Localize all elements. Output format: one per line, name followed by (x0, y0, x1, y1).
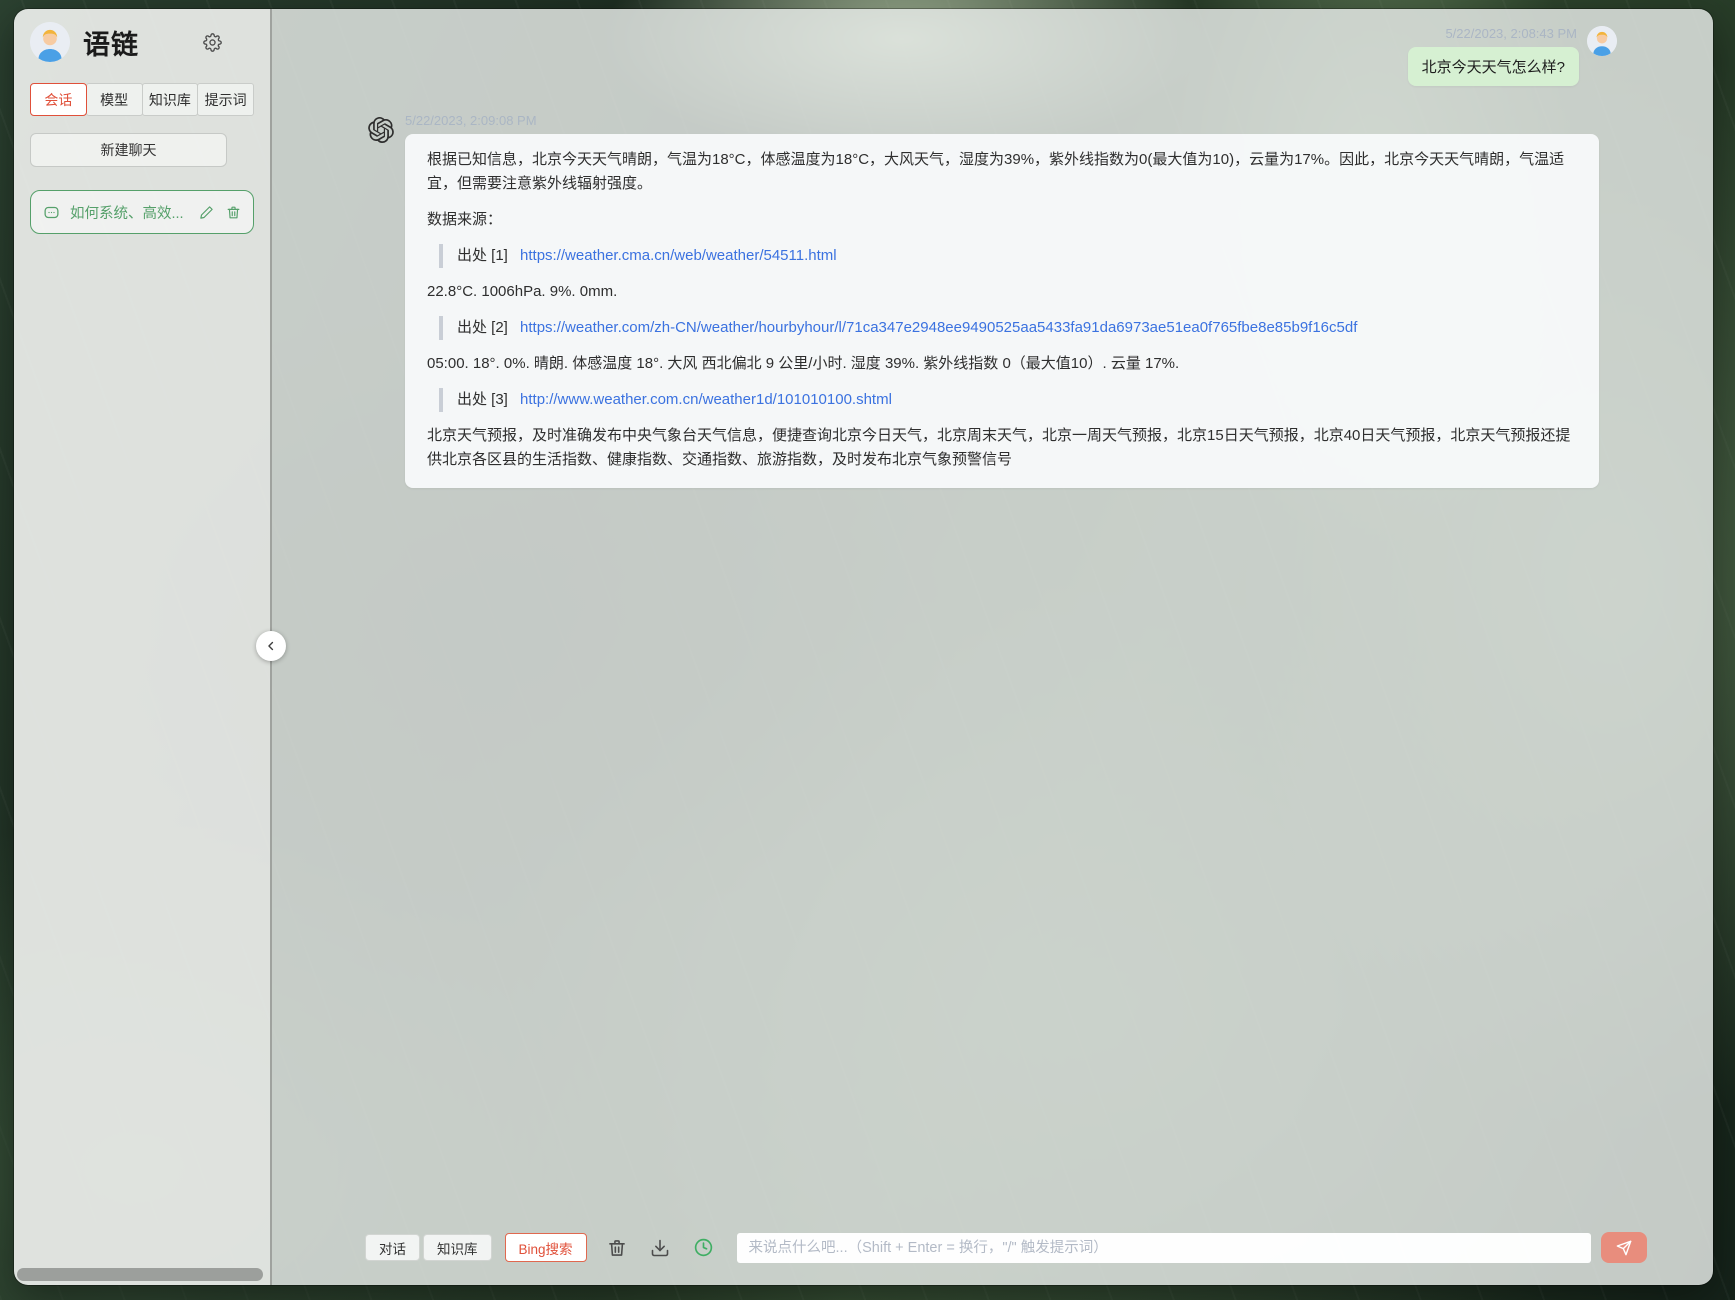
citation-3-link[interactable]: http://www.weather.com.cn/weather1d/1010… (520, 391, 892, 408)
history-clock-icon (694, 1238, 712, 1257)
edit-chat-button[interactable] (199, 205, 214, 220)
citation-2: 出处 [2] https://weather.com/zh-CN/weather… (439, 316, 1577, 340)
user-message-bubble: 北京今天天气怎么样? (1407, 47, 1579, 86)
gear-icon (203, 32, 222, 52)
citation-2-link[interactable]: https://weather.com/zh-CN/weather/hourby… (520, 319, 1357, 336)
clear-messages-button[interactable] (607, 1238, 627, 1258)
chat-item-actions (199, 205, 241, 220)
mode-dialog-button[interactable]: 对话 (365, 1234, 420, 1261)
person-avatar-icon (1587, 26, 1617, 56)
app-avatar (30, 22, 70, 62)
chat-item-title: 如何系统、高效... (70, 205, 184, 222)
citation-2-snippet: 05:00. 18°. 0%. 晴朗. 体感温度 18°. 大风 西北偏北 9 … (427, 355, 1180, 372)
assistant-message-timestamp: 5/22/2023, 2:09:08 PM (405, 113, 537, 128)
chat-history-item[interactable]: 如何系统、高效... (30, 190, 254, 234)
new-chat-button[interactable]: 新建聊天 (30, 133, 227, 167)
mode-knowledge-base-button[interactable]: 知识库 (423, 1234, 492, 1261)
pencil-icon (200, 205, 213, 219)
citation-3: 出处 [3] http://www.weather.com.cn/weather… (439, 388, 1577, 412)
composer: 对话 知识库 Bing搜索 (365, 1232, 1647, 1263)
assistant-message-bubble: 根据已知信息，北京今天天气晴朗，气温为18°C，体感温度为18°C，大风天气，湿… (405, 134, 1599, 488)
person-avatar-icon (30, 22, 70, 62)
sidebar-header: 语链 (30, 22, 254, 62)
sidebar: 语链 会话 模型 知识库 提示词 新建聊天 如何系统、高效... (14, 9, 270, 1285)
tab-knowledge-base[interactable]: 知识库 (141, 83, 199, 116)
chevron-left-icon (268, 641, 274, 651)
citation-2-label: 出处 [2] (457, 319, 508, 336)
user-message-timestamp: 5/22/2023, 2:08:43 PM (1445, 26, 1577, 41)
assistant-avatar (368, 117, 394, 144)
citation-1-label: 出处 [1] (457, 247, 508, 264)
chat-area: 5/22/2023, 2:08:43 PM 北京今天天气怎么样? 5/22/20… (272, 9, 1713, 1285)
message-input[interactable] (736, 1232, 1591, 1263)
user-avatar (1587, 26, 1617, 56)
citation-1-snippet: 22.8°C. 1006hPa. 9%. 0mm. (427, 283, 618, 300)
sidebar-tabs: 会话 模型 知识库 提示词 (30, 83, 254, 116)
tab-prompts[interactable]: 提示词 (197, 83, 254, 116)
sidebar-collapse-button[interactable] (256, 631, 286, 661)
assistant-message: 5/22/2023, 2:09:08 PM 根据已知信息，北京今天天气晴朗，气温… (368, 113, 1599, 488)
openai-logo-icon (368, 117, 394, 144)
app-title: 语链 (83, 29, 139, 60)
citation-1-link[interactable]: https://weather.cma.cn/web/weather/54511… (520, 247, 837, 264)
sources-label: 数据来源： (427, 211, 503, 228)
user-message: 5/22/2023, 2:08:43 PM 北京今天天气怎么样? (1407, 17, 1617, 86)
settings-button[interactable] (203, 32, 222, 52)
send-button[interactable] (1601, 1232, 1647, 1263)
mode-bing-search-button[interactable]: Bing搜索 (504, 1233, 587, 1262)
tab-conversations[interactable]: 会话 (30, 83, 87, 116)
sidebar-horizontal-scrollbar[interactable] (17, 1268, 263, 1281)
assistant-intro-paragraph: 根据已知信息，北京今天天气晴朗，气温为18°C，体感温度为18°C，大风天气，湿… (427, 151, 1565, 192)
download-icon (651, 1239, 668, 1256)
trash-icon (608, 1239, 625, 1256)
app-window: 语链 会话 模型 知识库 提示词 新建聊天 如何系统、高效... 5/22/20… (14, 9, 1713, 1285)
chat-bubble-icon (43, 204, 60, 221)
delete-chat-button[interactable] (226, 205, 241, 220)
tab-models[interactable]: 模型 (85, 83, 143, 116)
citation-1: 出处 [1] https://weather.cma.cn/web/weathe… (439, 244, 1577, 268)
citation-3-label: 出处 [3] (457, 391, 508, 408)
send-icon (1616, 1240, 1632, 1255)
citation-3-snippet: 北京天气预报，及时准确发布中央气象台天气信息，便捷查询北京今日天气，北京周末天气… (427, 427, 1571, 468)
export-chat-button[interactable] (650, 1238, 670, 1258)
trash-icon (227, 206, 240, 218)
history-button[interactable] (693, 1237, 714, 1258)
